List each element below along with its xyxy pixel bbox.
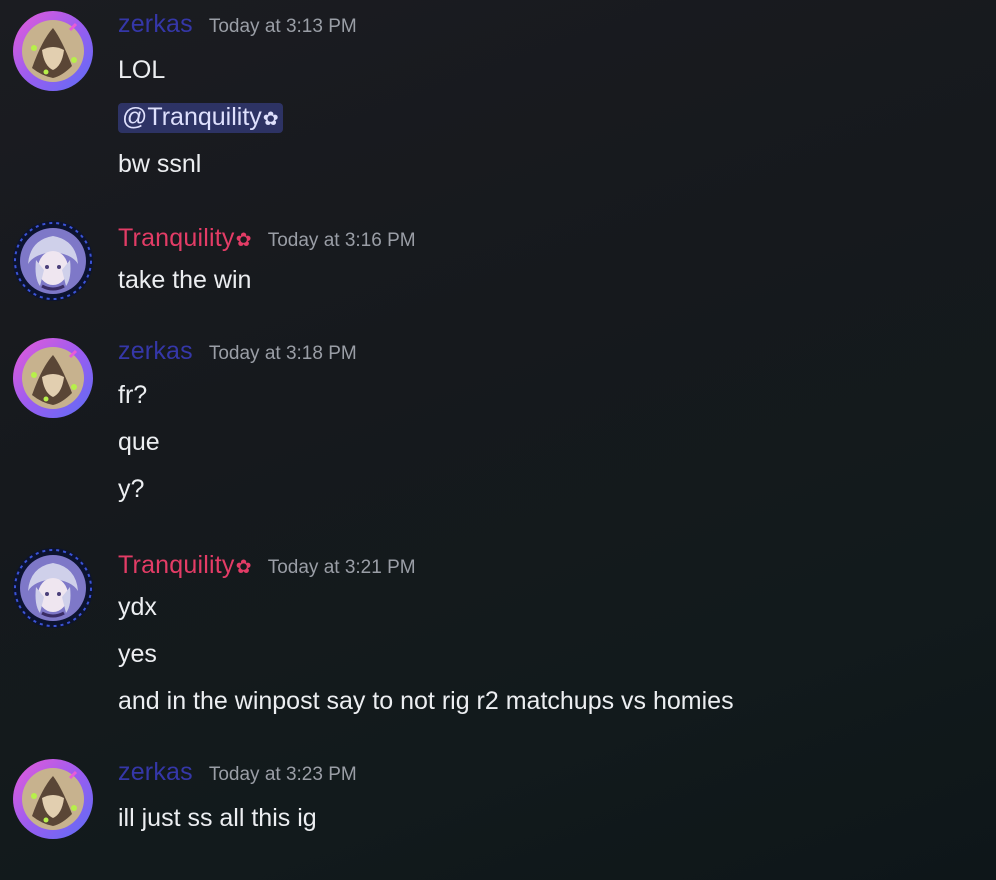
avatar-zerkas[interactable]	[12, 758, 94, 840]
username-zerkas[interactable]: zerkas	[118, 10, 193, 39]
message-timestamp[interactable]: Today at 3:18 PM	[209, 343, 357, 365]
message-text: bw ssnl	[118, 150, 202, 178]
message-timestamp[interactable]: Today at 3:21 PM	[268, 557, 416, 579]
flower-icon: ✿	[262, 109, 279, 130]
message-timestamp[interactable]: Today at 3:23 PM	[209, 764, 357, 786]
username-zerkas[interactable]: zerkas	[118, 758, 193, 787]
flower-icon: ✿	[235, 557, 252, 578]
username-tranquility[interactable]: Tranquility✿	[118, 224, 252, 253]
message-text: fr?	[118, 381, 148, 409]
message-text: LOL	[118, 56, 166, 84]
message-header: Tranquility✿ Today at 3:16 PM	[118, 224, 416, 256]
avatar-tranquility[interactable]	[12, 547, 94, 629]
mention-text: @Tranquility	[122, 103, 262, 131]
avatar-zerkas[interactable]	[12, 10, 94, 92]
message-header: Tranquility✿ Today at 3:21 PM	[118, 551, 416, 583]
message-text: y?	[118, 475, 145, 503]
message-text: take the win	[118, 266, 252, 294]
message-timestamp[interactable]: Today at 3:13 PM	[209, 16, 357, 38]
avatar-zerkas[interactable]	[12, 337, 94, 419]
username-text: Tranquility	[118, 551, 235, 579]
username-text: Tranquility	[118, 224, 235, 252]
message-header: zerkas Today at 3:18 PM	[118, 337, 357, 369]
username-zerkas[interactable]: zerkas	[118, 337, 193, 366]
message-text: yes	[118, 640, 157, 668]
message-text: ydx	[118, 593, 157, 621]
chat-messages: zerkas Today at 3:13 PM LOL @Tranquility…	[0, 0, 996, 880]
message-text: and in the winpost say to not rig r2 mat…	[118, 687, 734, 715]
user-mention[interactable]: @Tranquility✿	[118, 103, 283, 133]
flower-icon: ✿	[235, 230, 252, 251]
message-mention-line: @Tranquility✿	[118, 101, 283, 136]
avatar-tranquility[interactable]	[12, 220, 94, 302]
message-text: ill just ss all this ig	[118, 804, 317, 832]
message-header: zerkas Today at 3:13 PM	[118, 10, 357, 42]
username-tranquility[interactable]: Tranquility✿	[118, 551, 252, 580]
message-header: zerkas Today at 3:23 PM	[118, 758, 357, 790]
message-timestamp[interactable]: Today at 3:16 PM	[268, 230, 416, 252]
message-text: que	[118, 428, 160, 456]
